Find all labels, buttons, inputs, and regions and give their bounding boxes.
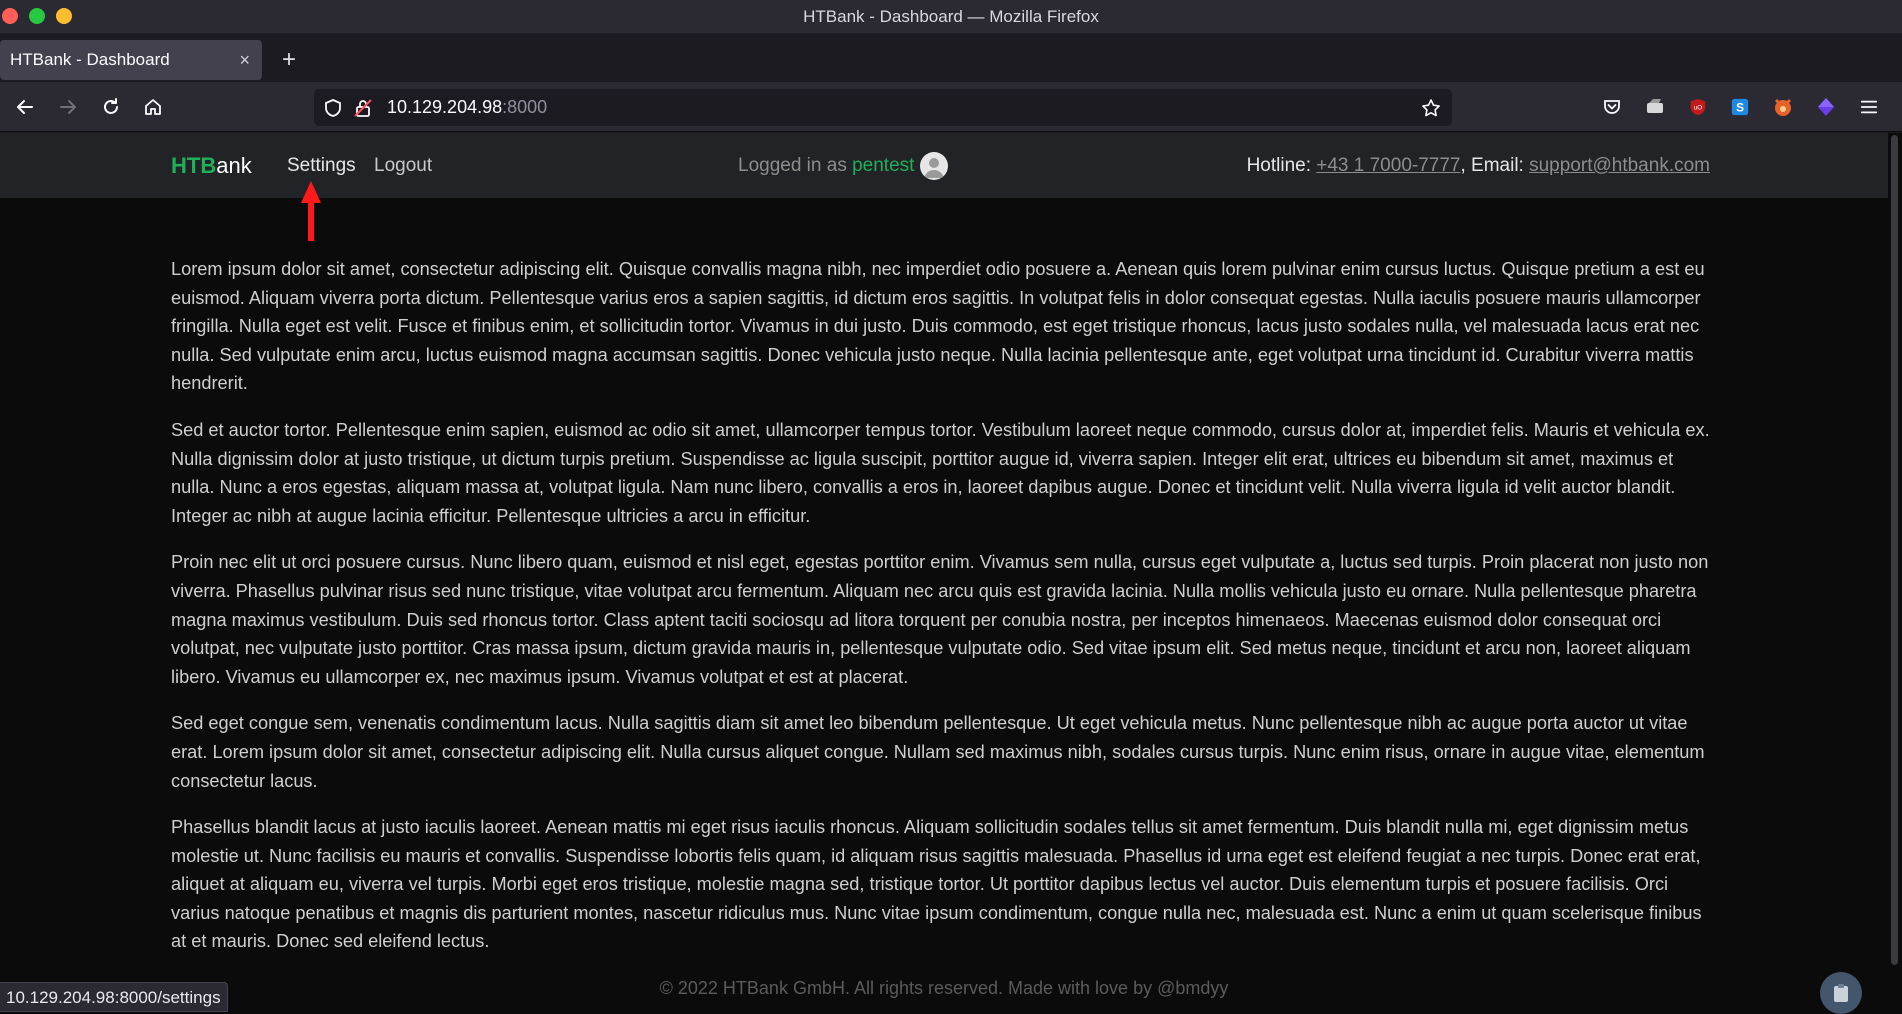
content-paragraph: Sed eget congue sem, venenatis condiment… — [171, 713, 1705, 791]
username: pentest — [852, 155, 915, 176]
logged-in-prefix: Logged in as — [738, 155, 853, 176]
svg-text:uO: uO — [1694, 105, 1703, 112]
url-host: 10.129.204.98 — [387, 97, 503, 117]
insecure-lock-icon[interactable] — [352, 97, 374, 119]
bookmark-star-icon[interactable] — [1420, 97, 1442, 119]
contact-info: Hotline: +43 1 7000-7777, Email: support… — [1247, 133, 1710, 198]
tab-close-icon[interactable]: × — [239, 40, 250, 80]
new-tab-button[interactable]: + — [278, 42, 300, 78]
hamburger-menu-icon[interactable] — [1857, 95, 1881, 119]
content-paragraph: Lorem ipsum dolor sit amet, consectetur … — [171, 259, 1705, 394]
tab-strip: HTBank - Dashboard × + — [0, 34, 1902, 82]
extension-icon[interactable] — [1643, 95, 1667, 119]
url-port: :8000 — [502, 97, 548, 117]
nav-logout-link[interactable]: Logout — [374, 133, 432, 198]
window-title: HTBank - Dashboard — Mozilla Firefox — [803, 7, 1099, 26]
hotline-phone-link[interactable]: +43 1 7000-7777 — [1316, 155, 1460, 176]
pocket-icon[interactable] — [1600, 95, 1624, 119]
user-avatar-icon[interactable] — [920, 152, 948, 180]
link-status-tooltip: 10.129.204.98:8000/settings — [0, 982, 228, 1012]
tab-title: HTBank - Dashboard — [10, 50, 170, 69]
back-arrow-icon[interactable] — [10, 92, 40, 122]
hotline-label: Hotline: — [1246, 155, 1317, 176]
logged-in-status: Logged in as pentest — [738, 133, 914, 198]
site-navbar: HTBank Settings Logout Logged in as pent… — [0, 133, 1888, 198]
tab-htbank-dashboard[interactable]: HTBank - Dashboard × — [0, 40, 262, 80]
scrollbar-thumb[interactable] — [1891, 135, 1898, 965]
svg-text:S: S — [1736, 101, 1744, 115]
content-paragraph: Phasellus blandit lacus at justo iaculis… — [171, 817, 1702, 952]
url-bar[interactable]: 10.129.204.98:8000 — [314, 89, 1452, 126]
site-brand-logo[interactable]: HTBank — [171, 133, 252, 198]
page-footer: © 2022 HTBank GmbH. All rights reserved.… — [659, 978, 1229, 998]
ublock-icon[interactable]: uO — [1686, 95, 1710, 119]
content-paragraph: Sed et auctor tortor. Pellentesque enim … — [171, 419, 1710, 526]
home-icon[interactable] — [138, 92, 168, 122]
nav-toolbar: 10.129.204.98:8000 uO S — [0, 82, 1902, 132]
page-scrollbar[interactable] — [1888, 133, 1902, 1014]
url-text[interactable]: 10.129.204.98:8000 — [387, 89, 547, 126]
content-paragraph: Proin nec elit ut orci posuere cursus. N… — [171, 552, 1709, 687]
support-email-link[interactable]: support@htbank.com — [1529, 155, 1710, 176]
red-annotation-arrow — [301, 181, 321, 241]
extension-purple-icon[interactable] — [1814, 95, 1838, 119]
extension-s-icon[interactable]: S — [1728, 95, 1752, 119]
brand-rest: ank — [216, 153, 252, 178]
email-label: , Email: — [1460, 155, 1530, 176]
clipboard-icon[interactable] — [1820, 972, 1862, 1014]
foxyproxy-icon[interactable] — [1771, 95, 1795, 119]
browser-window: HTBank - Dashboard — Mozilla Firefox HTB… — [0, 0, 1902, 1014]
main-content: Lorem ipsum dolor sit amet, consectetur … — [171, 255, 1711, 974]
tracking-shield-icon[interactable] — [322, 97, 344, 119]
forward-arrow-icon[interactable] — [53, 92, 83, 122]
page-viewport: HTBank Settings Logout Logged in as pent… — [0, 133, 1888, 1014]
window-titlebar: HTBank - Dashboard — Mozilla Firefox — [0, 0, 1902, 34]
reload-icon[interactable] — [96, 92, 126, 122]
brand-htb: HTB — [171, 153, 217, 178]
